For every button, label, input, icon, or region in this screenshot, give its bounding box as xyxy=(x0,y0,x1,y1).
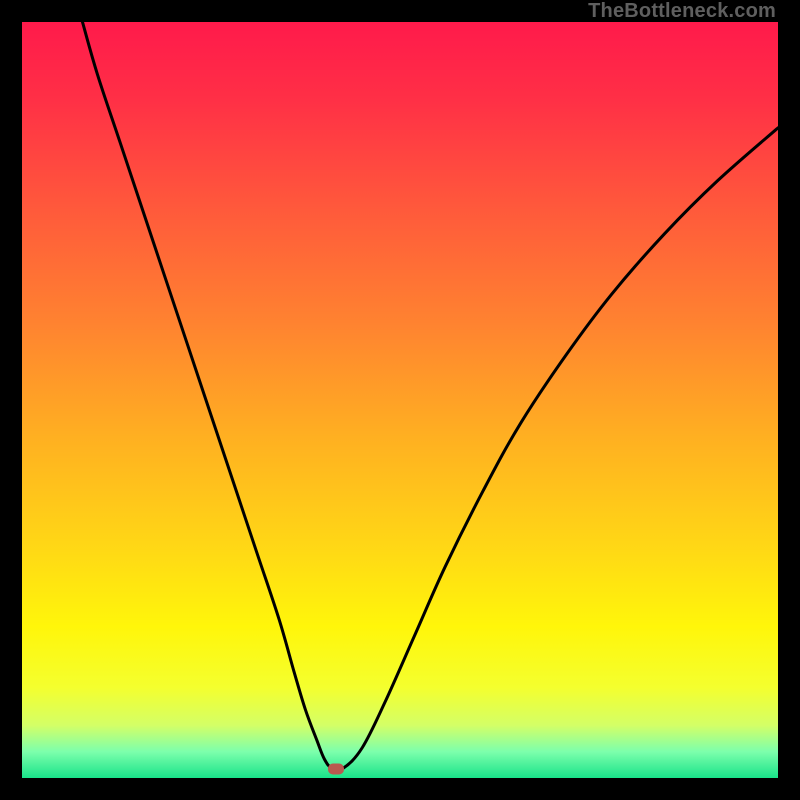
watermark-label: TheBottleneck.com xyxy=(588,0,776,23)
chart-stage: TheBottleneck.com xyxy=(0,0,800,800)
plot-area xyxy=(22,22,778,778)
optimal-point-marker xyxy=(328,763,344,774)
bottleneck-curve xyxy=(22,22,778,778)
